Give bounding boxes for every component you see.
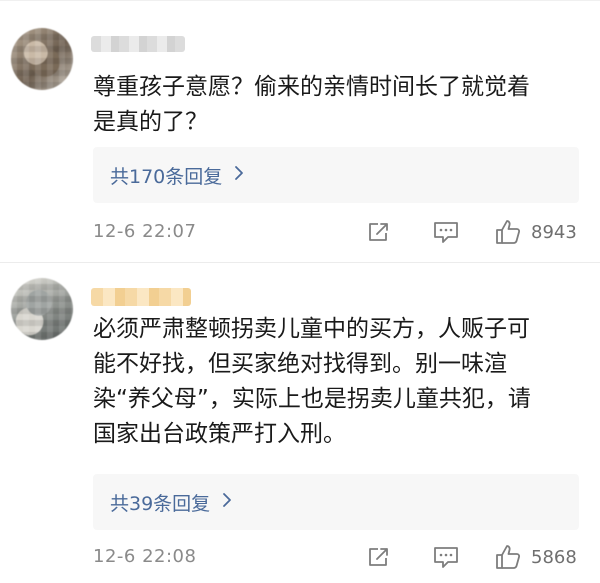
comment-icon <box>432 219 460 245</box>
share-button[interactable] <box>366 542 392 572</box>
view-replies-button[interactable]: 共170条回复 <box>93 147 579 203</box>
like-button[interactable]: 5868 <box>494 542 577 572</box>
comment-item: 尊重孩子意愿？偷来的亲情时间长了就觉着 是真的了？ 共170条回复 12-6 2… <box>0 0 600 262</box>
like-count: 8943 <box>531 221 577 243</box>
timestamp: 12-6 22:07 <box>93 221 197 242</box>
username-redacted[interactable] <box>91 288 191 306</box>
like-count: 5868 <box>531 546 577 568</box>
avatar[interactable] <box>11 278 73 340</box>
like-button[interactable]: 8943 <box>494 217 577 247</box>
reply-button[interactable] <box>432 217 460 247</box>
comment-text: 尊重孩子意愿？偷来的亲情时间长了就觉着 是真的了？ <box>93 74 530 135</box>
share-icon <box>366 219 392 245</box>
chevron-right-icon <box>222 492 232 513</box>
comment-text: 必须严肃整顿拐卖儿童中的买方，人贩子可 能不好找，但买家绝对找得到。别一味渲 染… <box>93 316 531 447</box>
chevron-right-icon <box>234 165 244 186</box>
timestamp: 12-6 22:08 <box>93 546 197 567</box>
share-icon <box>366 544 392 570</box>
comment-item: 必须严肃整顿拐卖儿童中的买方，人贩子可 能不好找，但买家绝对找得到。别一味渲 染… <box>0 262 600 583</box>
comment-meta: 12-6 22:07 8943 <box>93 217 582 247</box>
view-replies-button[interactable]: 共39条回复 <box>93 474 579 530</box>
replies-count-label: 共170条回复 <box>110 165 223 188</box>
share-button[interactable] <box>366 217 392 247</box>
thumbs-up-icon <box>494 218 522 246</box>
replies-count-label: 共39条回复 <box>110 492 211 515</box>
reply-button[interactable] <box>432 542 460 572</box>
comment-icon <box>432 544 460 570</box>
comment-meta: 12-6 22:08 5868 <box>93 542 582 572</box>
thumbs-up-icon <box>494 543 522 571</box>
avatar[interactable] <box>11 28 73 90</box>
username-redacted[interactable] <box>91 36 185 52</box>
